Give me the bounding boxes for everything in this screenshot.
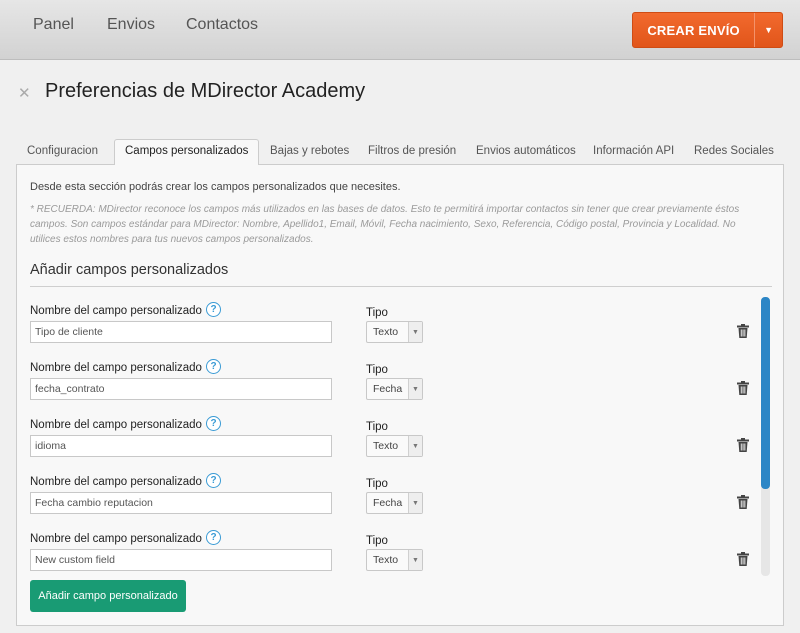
nav-envios[interactable]: Envios bbox=[107, 16, 155, 34]
help-icon[interactable]: ? bbox=[206, 302, 221, 317]
field-name-input[interactable] bbox=[30, 492, 332, 514]
type-select[interactable]: Texto ▼ bbox=[366, 549, 423, 571]
scrollbar-thumb[interactable] bbox=[761, 297, 770, 489]
add-custom-field-button[interactable]: Añadir campo personalizado bbox=[30, 580, 186, 612]
tab-configuracion[interactable]: Configuracion bbox=[27, 139, 98, 165]
help-icon[interactable]: ? bbox=[206, 473, 221, 488]
tab-informacion-api[interactable]: Información API bbox=[593, 139, 674, 165]
type-select[interactable]: Fecha ▼ bbox=[366, 492, 423, 514]
trash-icon[interactable] bbox=[737, 438, 749, 452]
chevron-down-icon: ▼ bbox=[408, 550, 422, 570]
tab-campos-personalizados[interactable]: Campos personalizados bbox=[114, 139, 260, 166]
intro-text: Desde esta sección podrás crear los camp… bbox=[30, 181, 401, 193]
field-name-label: Nombre del campo personalizado bbox=[30, 305, 202, 317]
type-select-value: Texto bbox=[373, 554, 399, 566]
custom-fields-panel: Desde esta sección podrás crear los camp… bbox=[16, 165, 784, 626]
chevron-down-icon: ▼ bbox=[408, 436, 422, 456]
tools-icon: ✕ bbox=[18, 85, 31, 102]
tab-redes-sociales[interactable]: Redes Sociales bbox=[694, 139, 774, 165]
type-label: Tipo bbox=[366, 535, 388, 547]
type-select-value: Texto bbox=[373, 326, 399, 338]
type-label: Tipo bbox=[366, 307, 388, 319]
type-label: Tipo bbox=[366, 421, 388, 433]
tab-bajas-rebotes[interactable]: Bajas y rebotes bbox=[270, 139, 349, 165]
type-label: Tipo bbox=[366, 364, 388, 376]
field-name-input[interactable] bbox=[30, 435, 332, 457]
help-icon[interactable]: ? bbox=[206, 359, 221, 374]
trash-icon[interactable] bbox=[737, 381, 749, 395]
trash-icon[interactable] bbox=[737, 495, 749, 509]
type-select[interactable]: Fecha ▼ bbox=[366, 378, 423, 400]
field-name-label: Nombre del campo personalizado bbox=[30, 419, 202, 431]
field-name-input[interactable] bbox=[30, 549, 332, 571]
type-select-value: Texto bbox=[373, 440, 399, 452]
type-select[interactable]: Texto ▼ bbox=[366, 435, 423, 457]
field-row: Nombre del campo personalizado ? Tipo Te… bbox=[29, 411, 773, 468]
help-icon[interactable]: ? bbox=[206, 416, 221, 431]
chevron-down-icon[interactable]: ▼ bbox=[754, 13, 782, 47]
fields-list: Nombre del campo personalizado ? Tipo Te… bbox=[29, 297, 773, 576]
create-send-label: CREAR ENVÍO bbox=[647, 22, 740, 38]
field-name-label: Nombre del campo personalizado bbox=[30, 533, 202, 545]
chevron-down-icon: ▼ bbox=[408, 322, 422, 342]
chevron-down-icon: ▼ bbox=[408, 379, 422, 399]
field-row: Nombre del campo personalizado ? Tipo Te… bbox=[29, 525, 773, 576]
section-title: Añadir campos personalizados bbox=[30, 262, 229, 278]
nav-panel[interactable]: Panel bbox=[33, 16, 74, 34]
field-name-input[interactable] bbox=[30, 378, 332, 400]
nav-contactos[interactable]: Contactos bbox=[186, 16, 258, 34]
type-select[interactable]: Texto ▼ bbox=[366, 321, 423, 343]
help-icon[interactable]: ? bbox=[206, 530, 221, 545]
field-row: Nombre del campo personalizado ? Tipo Te… bbox=[29, 297, 773, 354]
field-name-label: Nombre del campo personalizado bbox=[30, 476, 202, 488]
tab-envios-automaticos[interactable]: Envios automáticos bbox=[476, 139, 576, 165]
trash-icon[interactable] bbox=[737, 552, 749, 566]
chevron-down-icon: ▼ bbox=[408, 493, 422, 513]
field-name-input[interactable] bbox=[30, 321, 332, 343]
field-name-label: Nombre del campo personalizado bbox=[30, 362, 202, 374]
divider bbox=[30, 286, 772, 287]
type-label: Tipo bbox=[366, 478, 388, 490]
top-navigation-bar: Panel Envios Contactos CREAR ENVÍO ▼ bbox=[0, 0, 800, 60]
field-row: Nombre del campo personalizado ? Tipo Fe… bbox=[29, 468, 773, 525]
trash-icon[interactable] bbox=[737, 324, 749, 338]
create-send-button[interactable]: CREAR ENVÍO ▼ bbox=[632, 12, 783, 48]
tab-bar: Configuracion Campos personalizados Baja… bbox=[16, 139, 784, 166]
tab-filtros-presion[interactable]: Filtros de presión bbox=[368, 139, 456, 165]
page-title: Preferencias de MDirector Academy bbox=[45, 80, 366, 102]
reminder-note: * RECUERDA: MDirector reconoce los campo… bbox=[30, 204, 740, 245]
type-select-value: Fecha bbox=[373, 497, 403, 509]
type-select-value: Fecha bbox=[373, 383, 403, 395]
field-row: Nombre del campo personalizado ? Tipo Fe… bbox=[29, 354, 773, 411]
